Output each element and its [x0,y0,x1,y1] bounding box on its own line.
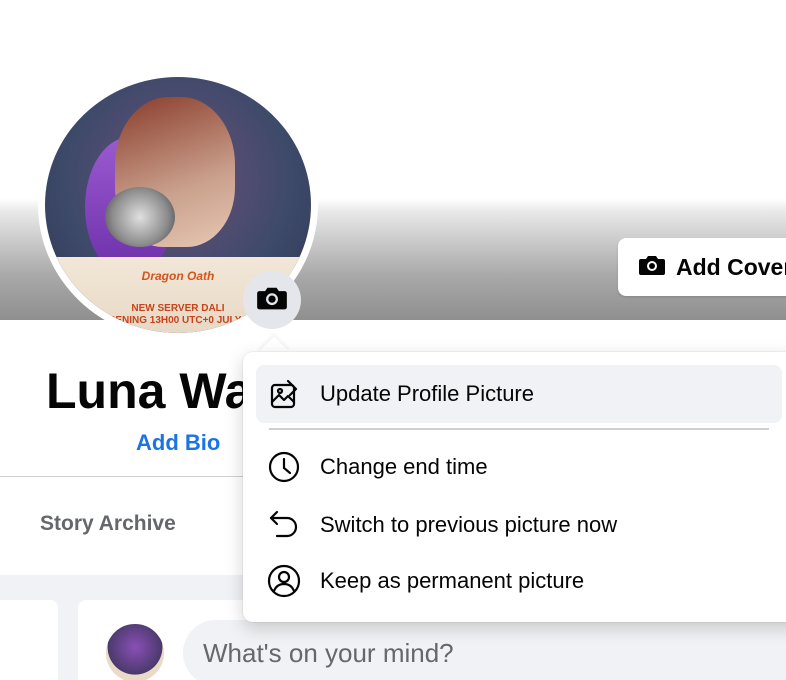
avatar[interactable] [104,622,166,680]
undo-arrow-icon [267,508,301,542]
add-bio-link[interactable]: Add Bio [136,430,220,456]
user-circle-icon [267,564,301,598]
menu-item-keep-permanent[interactable]: Keep as permanent picture [256,552,782,610]
menu-item-change-end-time[interactable]: Change end time [256,438,782,496]
profile-picture-menu: Update Profile Picture Change end time S… [243,352,786,622]
menu-item-label: Switch to previous picture now [320,512,618,537]
add-cover-label: Add Cover [676,253,786,280]
clock-icon [267,450,301,484]
add-cover-button[interactable]: Add Cover [618,238,786,296]
tab-story-archive[interactable]: Story Archive [40,512,176,536]
profile-picture-camera-button[interactable] [243,271,301,329]
profile-name: Luna Wa [46,363,253,419]
camera-icon [638,253,666,282]
menu-item-label: Change end time [320,454,488,479]
menu-item-label: Keep as permanent picture [320,568,585,593]
camera-icon [256,284,288,317]
menu-item-switch-previous-picture[interactable]: Switch to previous picture now [256,496,782,554]
composer-placeholder: What's on your mind? [203,637,454,668]
menu-item-label: Update Profile Picture [320,381,534,406]
menu-item-update-profile-picture[interactable]: Update Profile Picture [256,365,782,423]
left-card [0,600,58,680]
menu-divider [269,428,769,430]
composer-input[interactable]: What's on your mind? [183,620,786,680]
image-edit-icon [267,377,301,411]
